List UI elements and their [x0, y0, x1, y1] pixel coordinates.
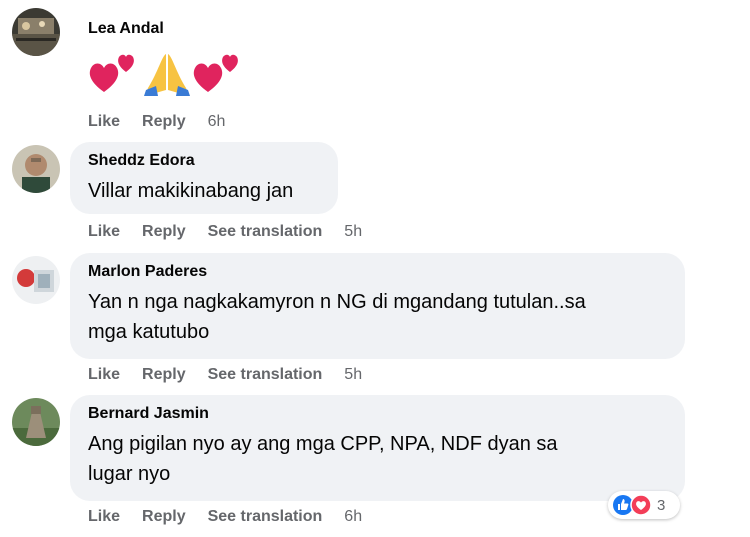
like-button[interactable]: Like: [88, 366, 120, 384]
comment-author[interactable]: Lea Andal: [88, 20, 164, 38]
love-icon: [630, 494, 652, 516]
avatar[interactable]: [12, 256, 60, 304]
timestamp[interactable]: 5h: [344, 366, 362, 384]
comment-actions: Like Reply See translation 6h: [88, 506, 384, 528]
comment-author[interactable]: Marlon Paderes: [88, 262, 667, 282]
avatar[interactable]: [12, 398, 60, 446]
reply-button[interactable]: Reply: [142, 508, 186, 526]
see-translation-button[interactable]: See translation: [208, 366, 323, 384]
comment-bubble: Sheddz Edora Villar makikinabang jan: [70, 142, 338, 214]
timestamp[interactable]: 6h: [344, 508, 362, 526]
reactions-summary[interactable]: 3: [608, 491, 680, 519]
comment-text-line-1: Ang pigilan nyo ay ang mga CPP, NPA, NDF…: [88, 433, 558, 455]
like-button[interactable]: Like: [88, 113, 120, 131]
avatar[interactable]: [12, 8, 60, 56]
see-translation-button[interactable]: See translation: [208, 508, 323, 526]
comment-author[interactable]: Bernard Jasmin: [88, 404, 667, 424]
like-button[interactable]: Like: [88, 223, 120, 241]
see-translation-button[interactable]: See translation: [208, 223, 323, 241]
comment-text-line-1: Yan n nga nagkakamyron n NG di mgandang …: [88, 291, 586, 313]
comment-actions: Like Reply See translation 5h: [88, 364, 384, 386]
timestamp[interactable]: 6h: [208, 113, 226, 131]
like-button[interactable]: Like: [88, 508, 120, 526]
heart-icon: [89, 54, 134, 92]
comment-text-line-2: lugar nyo: [88, 463, 171, 485]
praying-hands-icon: [144, 54, 190, 96]
reply-button[interactable]: Reply: [142, 223, 186, 241]
comment-bubble: Bernard Jasmin Ang pigilan nyo ay ang mg…: [70, 395, 685, 501]
comment-bubble: Marlon Paderes Yan n nga nagkakamyron n …: [70, 253, 685, 359]
emoji-message: [86, 46, 256, 98]
reply-button[interactable]: Reply: [142, 366, 186, 384]
comment-author[interactable]: Sheddz Edora: [88, 151, 320, 171]
reaction-count: 3: [657, 496, 666, 514]
comment-text: Villar makikinabang jan: [88, 180, 294, 202]
timestamp[interactable]: 5h: [344, 223, 362, 241]
heart-icon: [193, 54, 238, 92]
avatar[interactable]: [12, 145, 60, 193]
comment-actions: Like Reply See translation 5h: [88, 221, 384, 243]
reply-button[interactable]: Reply: [142, 113, 186, 131]
comment-actions: Like Reply 6h: [88, 111, 247, 133]
comment-text-line-2: mga katutubo: [88, 321, 210, 343]
